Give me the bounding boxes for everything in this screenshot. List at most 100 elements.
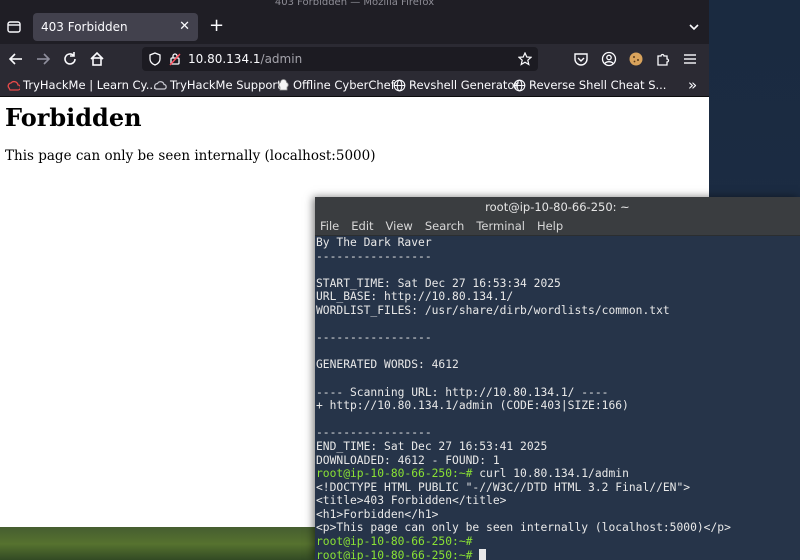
reload-icon[interactable] [61, 50, 79, 68]
globe-icon [513, 79, 526, 92]
navigation-toolbar: 10.80.134.1/admin [0, 44, 709, 74]
bookmark-label: TryHackMe | Learn Cy... [23, 78, 157, 92]
extensions-puzzle-icon[interactable] [655, 51, 671, 67]
terminal-line: START_TIME: Sat Dec 27 16:53:34 2025 [315, 277, 800, 291]
terminal-line-text: ----------------- [316, 249, 432, 263]
back-arrow-icon[interactable] [7, 50, 25, 68]
terminal-line: <!DOCTYPE HTML PUBLIC "-//W3C//DTD HTML … [315, 481, 800, 495]
bookmark-offline-cyberchef[interactable]: Offline CyberChef [277, 74, 395, 96]
cloud-icon [154, 81, 167, 90]
forward-arrow-icon[interactable] [34, 50, 52, 68]
terminal-line-text: DOWNLOADED: 4612 - FOUND: 1 [316, 453, 500, 467]
terminal-line: ----------------- [315, 331, 800, 345]
terminal-line: <p>This page can only be seen internally… [315, 521, 800, 535]
terminal-menubar: File Edit View Search Terminal Help [315, 217, 800, 236]
menu-edit[interactable]: Edit [351, 219, 373, 233]
bookmark-label: Revshell Generator [409, 78, 520, 92]
terminal-line-text: START_TIME: Sat Dec 27 16:53:34 2025 [316, 276, 561, 290]
terminal-line-text: curl 10.80.134.1/admin [472, 467, 629, 481]
firefox-view-icon[interactable] [6, 19, 22, 35]
terminal-line-text [472, 549, 479, 560]
tab-403-forbidden[interactable]: 403 Forbidden ✕ [33, 13, 198, 41]
address-bar[interactable]: 10.80.134.1/admin [142, 47, 538, 71]
bookmarks-overflow-button[interactable]: » [688, 74, 697, 96]
terminal-line: + http://10.80.134.1/admin (CODE:403|SIZ… [315, 399, 800, 413]
terminal-line: <title>403 Forbidden</title> [315, 494, 800, 508]
bookmark-revshell-generator[interactable]: Revshell Generator [393, 74, 519, 96]
terminal-line: root@ip-10-80-66-250:~# [315, 535, 800, 549]
terminal-line-text: <p>This page can only be seen internally… [316, 521, 731, 535]
bookmark-label: Offline CyberChef [293, 78, 395, 92]
terminal-window: root@ip-10-80-66-250: ~ File Edit View Sear… [315, 197, 800, 560]
globe-icon [393, 79, 406, 92]
bookmarks-toolbar: TryHackMe | Learn Cy... TryHackMe Suppor… [0, 74, 709, 97]
bookmark-reverse-shell-cheat-sheet[interactable]: Reverse Shell Cheat S... [513, 74, 666, 96]
shell-prompt: root@ip-10-80-66-250:~# [316, 535, 473, 549]
hamburger-menu-icon[interactable] [682, 51, 698, 67]
terminal-line-text: ----------------- [316, 331, 432, 345]
terminal-line-text: END_TIME: Sat Dec 27 16:53:41 2025 [316, 439, 548, 453]
terminal-line: END_TIME: Sat Dec 27 16:53:41 2025 [315, 440, 800, 454]
terminal-line-text: <h1>Forbidden</h1> [316, 507, 439, 521]
cookie-extension-icon[interactable] [628, 51, 644, 67]
window-title: 403 Forbidden — Mozilla Firefox [0, 0, 709, 10]
account-icon[interactable] [601, 51, 617, 67]
terminal-line-text: + http://10.80.134.1/admin (CODE:403|SIZ… [316, 399, 629, 413]
menu-file[interactable]: File [320, 219, 339, 233]
bookmark-label: Reverse Shell Cheat S... [529, 78, 667, 92]
terminal-line-text: ---- Scanning URL: http://10.80.134.1/ -… [316, 385, 609, 399]
menu-search[interactable]: Search [425, 219, 465, 233]
terminal-line: GENERATED WORDS: 4612 [315, 358, 800, 372]
terminal-output[interactable]: By The Dark Raver ----------------- START_… [315, 236, 800, 560]
terminal-line: DOWNLOADED: 4612 - FOUND: 1 [315, 454, 800, 468]
bookmark-tryhackme[interactable]: TryHackMe | Learn Cy... [7, 74, 157, 96]
insecure-lock-icon[interactable] [168, 52, 182, 66]
terminal-line-text: ----------------- [316, 426, 432, 440]
url-host: 10.80.134.1 [188, 52, 261, 66]
menu-view[interactable]: View [386, 219, 413, 233]
tab-title: 403 Forbidden [41, 20, 128, 34]
terminal-line: ----------------- [315, 250, 800, 264]
terminal-line-text: <!DOCTYPE HTML PUBLIC "-//W3C//DTD HTML … [316, 480, 691, 494]
bookmark-star-icon[interactable] [518, 52, 532, 66]
pocket-icon[interactable] [573, 51, 589, 67]
home-icon[interactable] [88, 50, 106, 68]
url-path: /admin [260, 52, 303, 66]
terminal-line-text: By The Dark Raver [316, 236, 432, 249]
terminal-line: root@ip-10-80-66-250:~# [315, 548, 800, 560]
bookmark-tryhackme-support[interactable]: TryHackMe Support [154, 74, 282, 96]
terminal-line-text: URL_BASE: http://10.80.134.1/ [316, 290, 514, 304]
menu-terminal[interactable]: Terminal [476, 219, 525, 233]
terminal-line-text: GENERATED WORDS: 4612 [316, 358, 459, 372]
url-text[interactable]: 10.80.134.1/admin [188, 47, 302, 71]
terminal-line: ---- Scanning URL: http://10.80.134.1/ -… [315, 386, 800, 400]
terminal-line: By The Dark Raver [315, 236, 800, 250]
shield-icon[interactable] [148, 52, 162, 66]
chef-hat-icon [278, 79, 289, 91]
terminal-line: WORDLIST_FILES: /usr/share/dirb/wordlist… [315, 304, 800, 318]
terminal-cursor [479, 548, 487, 560]
chevron-down-icon[interactable] [687, 20, 701, 34]
page-heading: Forbidden [5, 103, 142, 132]
bookmark-label: TryHackMe Support [170, 78, 282, 92]
new-tab-button[interactable]: + [209, 16, 224, 36]
terminal-line: root@ip-10-80-66-250:~# curl 10.80.134.1… [315, 467, 800, 481]
terminal-line: URL_BASE: http://10.80.134.1/ [315, 290, 800, 304]
shell-prompt: root@ip-10-80-66-250:~# [316, 467, 473, 481]
page-message: This page can only be seen internally (l… [5, 148, 376, 164]
terminal-title: root@ip-10-80-66-250: ~ [315, 197, 800, 217]
terminal-line-text: WORDLIST_FILES: /usr/share/dirb/wordlist… [316, 303, 670, 317]
terminal-line-text: <title>403 Forbidden</title> [316, 494, 507, 508]
tryhackme-icon [7, 80, 22, 91]
terminal-line: <h1>Forbidden</h1> [315, 508, 800, 522]
menu-help[interactable]: Help [537, 219, 563, 233]
terminal-line: ----------------- [315, 426, 800, 440]
shell-prompt: root@ip-10-80-66-250:~# [316, 548, 473, 560]
tab-close-icon[interactable]: ✕ [179, 13, 190, 41]
tab-bar: 403 Forbidden ✕ + [0, 10, 709, 44]
